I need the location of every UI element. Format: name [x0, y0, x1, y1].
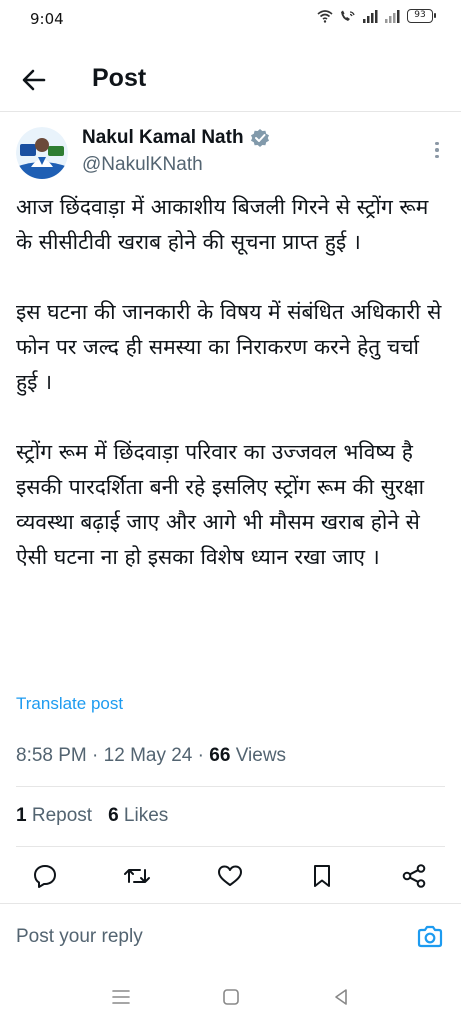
views-count: 66 — [209, 745, 231, 766]
avatar[interactable] — [16, 127, 68, 179]
translate-post-link[interactable]: Translate post — [16, 694, 123, 714]
arrow-left-icon — [22, 69, 46, 91]
wifi-icon — [317, 10, 333, 23]
divider — [16, 846, 445, 847]
author-name[interactable]: Nakul Kamal Nath — [82, 127, 244, 149]
home-button[interactable] — [216, 984, 246, 1010]
reposts-count: 1 — [16, 805, 27, 826]
post-stats: 1 Repost 6 Likes — [16, 805, 168, 827]
likes-stat[interactable]: 6 Likes — [108, 805, 168, 827]
tweet-paragraph: इस घटना की जानकारी के विषय में संबंधित अ… — [16, 300, 442, 394]
post-time: 8:58 PM — [16, 745, 87, 766]
recent-apps-button[interactable] — [106, 984, 136, 1010]
page-title: Post — [92, 64, 147, 92]
back-triangle-icon — [335, 989, 347, 1005]
status-bar: 9:04 93 — [0, 0, 461, 40]
repost-icon — [124, 869, 150, 883]
camera-button[interactable] — [415, 922, 445, 952]
meta-separator: · — [192, 745, 210, 766]
reply-bar — [0, 903, 461, 969]
tweet-body: आज छिंदवाड़ा में आकाशीय बिजली गिरने से स… — [16, 190, 446, 575]
action-bar — [0, 855, 461, 895]
share-button[interactable] — [399, 861, 429, 891]
home-square-icon — [223, 989, 239, 1005]
author-name-row: Nakul Kamal Nath — [82, 127, 270, 149]
tweet-paragraph: स्ट्रोंग रूम में छिंदवाड़ा परिवार का उज्… — [16, 440, 425, 569]
meta-separator: · — [86, 745, 104, 766]
avatar-image — [16, 127, 68, 179]
divider — [16, 786, 445, 787]
verified-badge-icon — [250, 129, 269, 147]
signal-2-icon — [385, 9, 400, 23]
reposts-label: Repost — [26, 805, 93, 826]
battery-icon: 93 — [407, 9, 436, 23]
back-button[interactable] — [16, 62, 52, 98]
views-label: Views — [230, 745, 287, 766]
bookmark-button[interactable] — [307, 861, 337, 891]
bookmark-icon — [314, 865, 330, 887]
likes-label: Likes — [118, 805, 169, 826]
signal-icon — [363, 9, 378, 23]
post-date: 12 May 24 — [103, 745, 193, 766]
reply-input[interactable] — [16, 922, 396, 952]
reposts-stat[interactable]: 1 Repost — [16, 805, 92, 827]
author-handle: @NakulKNath — [82, 154, 203, 175]
share-icon — [402, 864, 426, 888]
post-meta: 8:58 PM · 12 May 24 · 66 Views — [16, 745, 286, 767]
system-nav-bar — [0, 972, 461, 1024]
status-time: 9:04 — [30, 10, 64, 28]
reply-button[interactable] — [30, 861, 60, 891]
like-button[interactable] — [215, 861, 245, 891]
camera-icon — [417, 925, 443, 948]
more-options-icon[interactable] — [427, 138, 447, 162]
header: Post — [0, 52, 461, 108]
menu-icon — [112, 990, 130, 1004]
header-divider — [0, 111, 461, 112]
back-nav-button[interactable] — [326, 984, 356, 1010]
reply-icon — [34, 865, 56, 888]
likes-count: 6 — [108, 805, 119, 826]
like-icon — [218, 865, 242, 886]
wifi-calling-icon — [341, 10, 355, 21]
tweet-paragraph: आज छिंदवाड़ा में आकाशीय बिजली गिरने से स… — [16, 195, 429, 254]
status-icons: 93 — [317, 9, 436, 23]
repost-button[interactable] — [122, 861, 152, 891]
